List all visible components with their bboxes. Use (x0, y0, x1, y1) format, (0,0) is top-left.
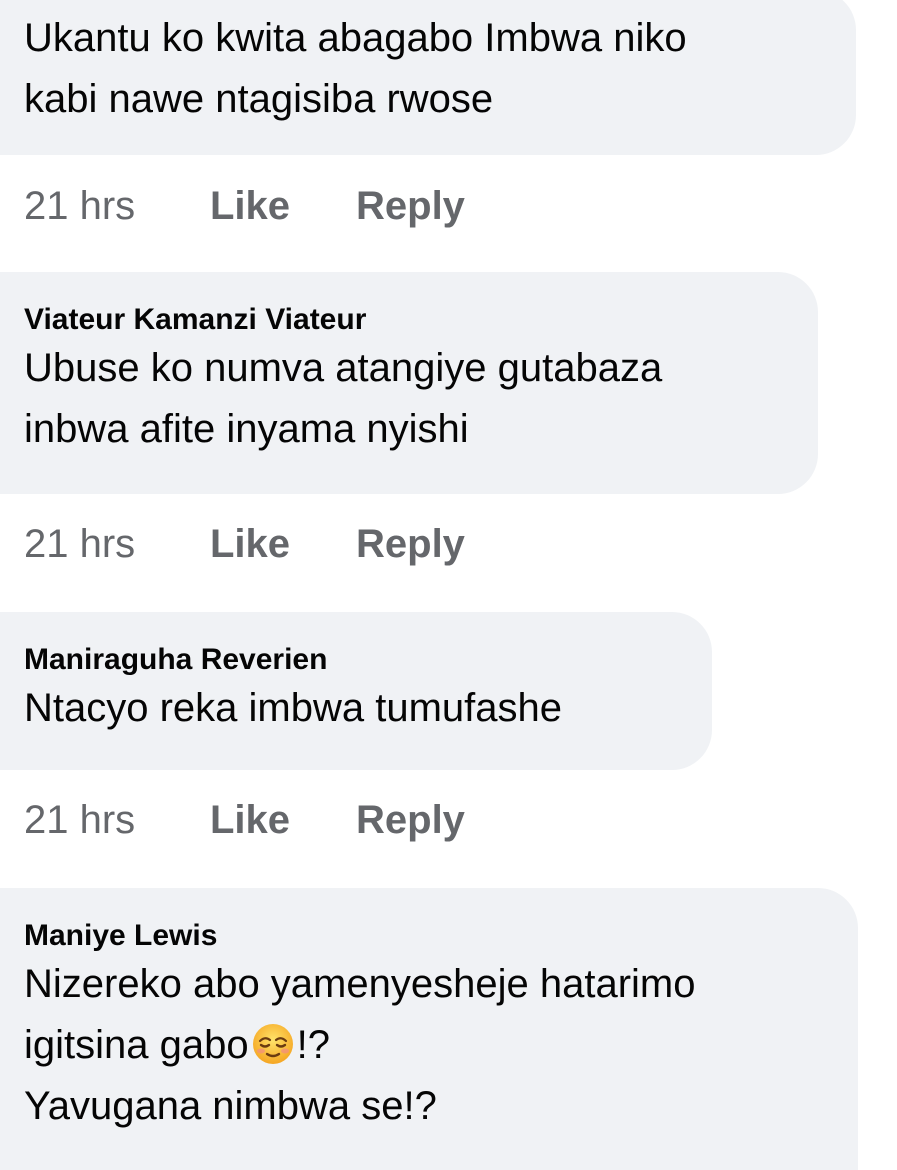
comment-author[interactable]: Viateur Kamanzi Viateur (24, 302, 778, 338)
like-button[interactable]: Like (210, 184, 356, 229)
comment-text: inbwa afite inyama nyishi (24, 407, 469, 451)
comment-actions: 21 hrs Like Reply (24, 795, 465, 845)
comment-text: Ubuse ko numva atangiye gutabaza (24, 346, 663, 390)
comment-timestamp[interactable]: 21 hrs (24, 184, 210, 229)
comment-text: Yavugana nimbwa se!? (24, 1084, 437, 1128)
comment-bubble: Maniye Lewis Nizereko abo yamenyesheje h… (0, 888, 858, 1170)
comment-author[interactable]: Maniye Lewis (24, 918, 818, 954)
comment-text-fragment: !? (296, 1023, 330, 1067)
comment-bubble: Ukantu ko kwita abagabo Imbwa niko kabi … (0, 0, 856, 155)
comment-text-line: igitsina gabo !? (24, 1015, 818, 1076)
comment-bubble: Viateur Kamanzi Viateur Ubuse ko numva a… (0, 272, 818, 494)
relieved-face-emoji (252, 1024, 293, 1064)
comment-actions: 21 hrs Like Reply (24, 181, 465, 231)
comments-thread: Ukantu ko kwita abagabo Imbwa niko kabi … (0, 0, 897, 1170)
comment-text: Nizereko abo yamenyesheje hatarimo (24, 962, 696, 1006)
comment-bubble: Maniraguha Reverien Ntacyo reka imbwa tu… (0, 612, 712, 770)
comment-author[interactable]: Maniraguha Reverien (24, 642, 672, 678)
comment-text: kabi nawe ntagisiba rwose (24, 77, 494, 121)
comment-timestamp[interactable]: 21 hrs (24, 522, 210, 567)
reply-button[interactable]: Reply (356, 522, 465, 567)
reply-button[interactable]: Reply (356, 184, 465, 229)
comment-actions: 21 hrs Like Reply (24, 519, 465, 569)
comment-text: Ukantu ko kwita abagabo Imbwa niko (24, 16, 687, 60)
like-button[interactable]: Like (210, 798, 356, 843)
comment-text-fragment: igitsina gabo (24, 1023, 249, 1067)
comment-timestamp[interactable]: 21 hrs (24, 798, 210, 843)
reply-button[interactable]: Reply (356, 798, 465, 843)
like-button[interactable]: Like (210, 522, 356, 567)
comment-text: Ntacyo reka imbwa tumufashe (24, 686, 563, 730)
